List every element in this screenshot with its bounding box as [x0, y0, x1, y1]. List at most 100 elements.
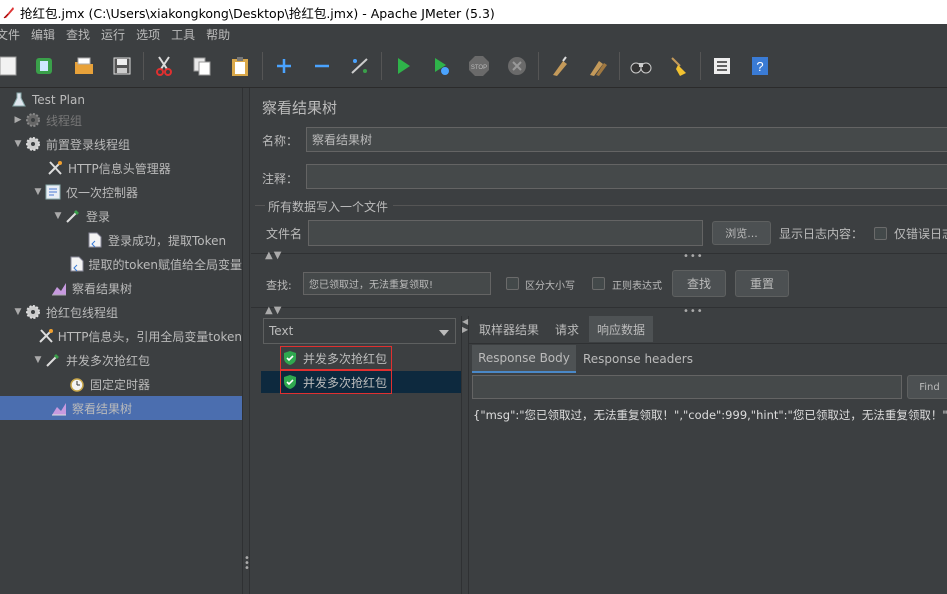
clear-icon[interactable]	[548, 54, 572, 78]
response-body-text: {"msg":"您已领取过，无法重复领取！","code":999,"hint"…	[473, 408, 947, 422]
collapse-arrow-icon[interactable]: ▼	[12, 138, 24, 150]
menu-run[interactable]: 运行	[95, 26, 130, 43]
cut-icon[interactable]	[152, 54, 176, 78]
document-icon	[70, 255, 85, 273]
window-titlebar: 抢红包.jmx (C:\Users\xiakongkong\Desktop\抢红…	[0, 0, 947, 24]
renderer-value: Text	[269, 324, 294, 338]
chart-icon	[50, 399, 68, 417]
reset-button[interactable]: 重置	[735, 270, 789, 297]
comment-field[interactable]	[306, 164, 947, 189]
chevron-down-icon	[439, 326, 449, 340]
chart-icon	[50, 279, 68, 297]
test-plan-tree: Test Plan ▶ 线程组 ▼ 前置登录线程组 HTTP信息头管理器 ▼ 仅…	[0, 88, 242, 594]
menu-search[interactable]: 查找	[60, 26, 95, 43]
start-icon[interactable]	[391, 54, 415, 78]
tab-sampler-result[interactable]: 取样器结果	[473, 316, 545, 342]
response-search-input[interactable]	[472, 375, 902, 399]
search-input[interactable]: 您已领取过，无法重复领取!	[303, 272, 491, 295]
tree-item-http-header-global-token[interactable]: HTTP信息头，引用全局变量token	[0, 324, 242, 348]
tree-item-view-results-tree-2[interactable]: 察看结果树	[0, 396, 242, 420]
collapse-arrow-icon[interactable]: ▼	[52, 210, 64, 222]
tree-item-login-thread-group[interactable]: ▼ 前置登录线程组	[0, 132, 242, 156]
wrench-icon	[46, 159, 64, 177]
timer-icon	[68, 375, 86, 393]
highlight-box	[280, 346, 392, 370]
case-sensitive-checkbox[interactable]	[506, 277, 519, 290]
wrench-icon	[38, 327, 54, 345]
tree-item-set-global-token[interactable]: 提取的token赋值给全局变量	[0, 252, 242, 276]
find-button[interactable]: 查找	[672, 270, 726, 297]
pipette-icon	[64, 207, 82, 225]
tree-item-constant-timer[interactable]: 固定定时器	[0, 372, 242, 396]
tree-item-once-only-controller[interactable]: ▼ 仅一次控制器	[0, 180, 242, 204]
comment-label: 注释：	[262, 172, 299, 186]
collapse-arrow-icon[interactable]: ▼	[32, 354, 44, 366]
find-small-button[interactable]: Find	[907, 375, 947, 399]
tree-item-http-header-manager[interactable]: HTTP信息头管理器	[0, 156, 242, 180]
search-label: 查找:	[266, 279, 292, 292]
templates-icon[interactable]	[32, 54, 56, 78]
drag-handle-icon[interactable]: •••	[683, 251, 704, 262]
subtab-response-headers[interactable]: Response headers	[581, 345, 695, 373]
open-icon[interactable]	[72, 54, 96, 78]
drag-handle-icon[interactable]: •••	[683, 306, 704, 317]
tree-item-extract-token[interactable]: 登录成功，提取Token	[0, 228, 242, 252]
start-no-pause-icon[interactable]	[429, 54, 453, 78]
filename-input[interactable]	[308, 220, 703, 246]
svg-text:STOP: STOP	[471, 65, 487, 71]
filename-label: 文件名	[266, 227, 303, 241]
view-results-tree-panel: 察看结果树 名称： 察看结果树 注释： 所有数据写入一个文件 文件名 浏览...…	[251, 88, 947, 594]
tree-item-grab-thread-group[interactable]: ▼ 抢红包线程组	[0, 300, 242, 324]
subtab-response-body[interactable]: Response Body	[472, 345, 576, 373]
collapse-arrow-icon[interactable]: ▼	[32, 186, 44, 198]
results-splitter[interactable]: ◀ ▶	[461, 316, 469, 594]
tree-item-concurrent-grab-sampler[interactable]: ▼ 并发多次抢红包	[0, 348, 242, 372]
new-icon[interactable]	[0, 54, 20, 78]
help-icon[interactable]: ?	[748, 54, 772, 78]
tree-item-thread-group[interactable]: ▶ 线程组	[0, 108, 242, 132]
broom-icon[interactable]	[667, 54, 691, 78]
expand-arrow-icon[interactable]: ▶	[12, 114, 24, 126]
menu-bar: 文件 编辑 查找 运行 选项 工具 帮助	[0, 24, 947, 44]
menu-file[interactable]: 文件	[0, 26, 25, 43]
save-icon[interactable]	[110, 54, 134, 78]
tree-item-view-results-tree-1[interactable]: 察看结果树	[0, 276, 242, 300]
flask-icon	[10, 91, 28, 109]
regex-checkbox[interactable]	[592, 277, 605, 290]
write-file-section-label: 所有数据写入一个文件	[268, 200, 389, 214]
collapse-arrows-icon[interactable]: ▲▼	[265, 250, 282, 261]
gear-icon	[24, 303, 42, 321]
name-field[interactable]: 察看结果树	[306, 127, 947, 152]
function-helper-icon[interactable]	[710, 54, 734, 78]
menu-tools[interactable]: 工具	[165, 26, 200, 43]
tree-item-login-sampler[interactable]: ▼ 登录	[0, 204, 242, 228]
feather-icon	[2, 5, 16, 19]
expand-icon[interactable]	[272, 54, 296, 78]
menu-edit[interactable]: 编辑	[25, 26, 60, 43]
stop-icon[interactable]: STOP	[467, 54, 491, 78]
menu-options[interactable]: 选项	[130, 26, 165, 43]
collapse-arrow-icon[interactable]: ▼	[12, 306, 24, 318]
collapse-arrows-icon[interactable]: ▲▼	[265, 305, 282, 316]
highlight-box	[280, 370, 392, 394]
gear-icon	[24, 135, 42, 153]
errors-only-checkbox[interactable]	[874, 227, 887, 240]
shutdown-icon[interactable]	[505, 54, 529, 78]
copy-icon[interactable]	[190, 54, 214, 78]
tab-response-data[interactable]: 响应数据	[589, 316, 653, 342]
errors-only-label: 仅错误日志	[894, 227, 947, 241]
document-icon	[86, 231, 104, 249]
tab-request[interactable]: 请求	[549, 316, 585, 342]
log-content-label: 显示日志内容：	[779, 227, 864, 241]
paste-icon[interactable]	[228, 54, 252, 78]
panel-splitter[interactable]: • • •	[242, 88, 250, 594]
svg-text:?: ?	[756, 59, 763, 74]
binoculars-icon[interactable]	[629, 54, 653, 78]
browse-button[interactable]: 浏览...	[712, 221, 771, 245]
collapse-icon[interactable]	[310, 54, 334, 78]
renderer-select[interactable]: Text	[263, 318, 456, 344]
toggle-icon[interactable]	[348, 54, 372, 78]
case-sensitive-label: 区分大小写	[525, 281, 575, 292]
menu-help[interactable]: 帮助	[200, 26, 235, 43]
clear-all-icon[interactable]	[586, 54, 610, 78]
